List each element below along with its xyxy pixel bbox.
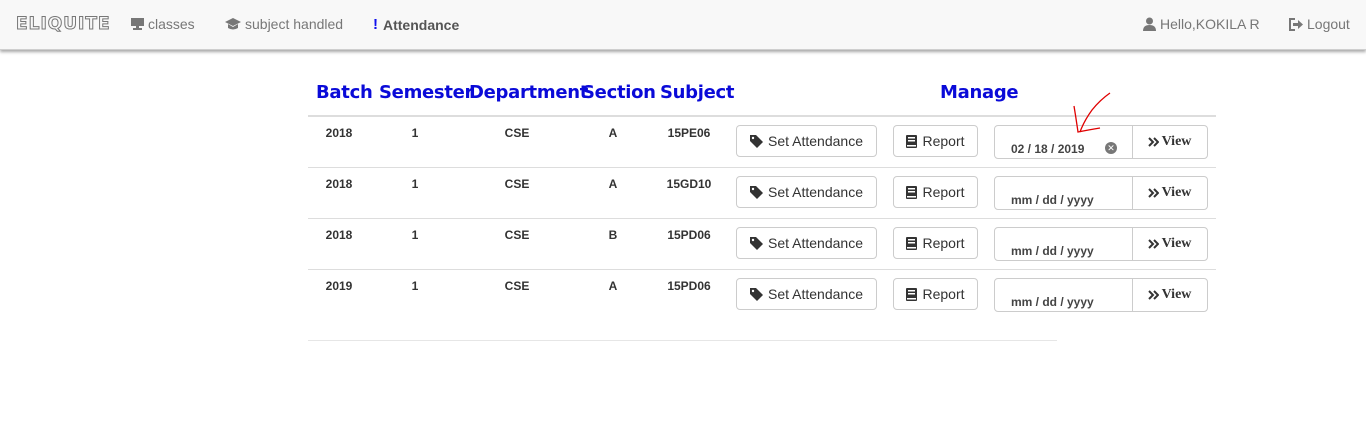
cell-semester: 1: [411, 228, 419, 242]
header-manage: Manage: [940, 82, 1019, 103]
date-picker-group: mm / dd / yyyy View: [994, 227, 1208, 261]
header-department: Department: [469, 82, 589, 103]
set-attendance-label: Set Attendance: [768, 184, 863, 200]
set-attendance-button[interactable]: Set Attendance: [736, 227, 877, 259]
tag-icon: [750, 185, 764, 199]
logout-icon: [1289, 17, 1303, 31]
report-label: Report: [922, 133, 965, 149]
row-divider: [308, 167, 1216, 168]
row-divider: [308, 269, 1216, 270]
cell-batch: 2018: [325, 228, 353, 242]
book-icon: [906, 236, 918, 250]
brand-logo[interactable]: ELIQUITE: [16, 14, 111, 35]
double-chevron-right-icon: [1147, 239, 1159, 249]
cell-subject: 15GD10: [666, 177, 712, 191]
date-input-value: mm / dd / yyyy: [1011, 244, 1094, 258]
set-attendance-label: Set Attendance: [768, 286, 863, 302]
set-attendance-label: Set Attendance: [768, 133, 863, 149]
date-input[interactable]: mm / dd / yyyy: [995, 177, 1133, 209]
header-subject: Subject: [660, 82, 735, 103]
cell-batch: 2019: [325, 279, 353, 293]
cell-section: A: [608, 126, 618, 140]
top-navbar: ELIQUITE classes subject handled ! Atten…: [0, 0, 1366, 50]
nav-subject-handled-label: subject handled: [245, 16, 344, 32]
cell-batch: 2018: [325, 177, 353, 191]
view-button[interactable]: View: [1132, 228, 1207, 260]
date-input[interactable]: mm / dd / yyyy: [995, 279, 1133, 311]
cell-batch: 2018: [325, 126, 353, 140]
date-input[interactable]: mm / dd / yyyy: [995, 228, 1133, 260]
set-attendance-label: Set Attendance: [768, 235, 863, 251]
report-button[interactable]: Report: [893, 278, 978, 310]
cell-department: CSE: [504, 177, 530, 191]
date-input-value: mm / dd / yyyy: [1011, 193, 1094, 207]
date-picker-group: mm / dd / yyyy View: [994, 278, 1208, 312]
report-label: Report: [922, 286, 965, 302]
logout-link[interactable]: Logout: [1289, 16, 1350, 32]
header-section: Section: [582, 82, 656, 103]
book-icon: [906, 185, 918, 199]
report-button[interactable]: Report: [893, 176, 978, 208]
report-button[interactable]: Report: [893, 125, 978, 157]
cell-section: A: [608, 279, 618, 293]
cell-semester: 1: [411, 177, 419, 191]
monitor-icon: [131, 18, 144, 30]
exclamation-icon: !: [373, 16, 378, 33]
annotation-arrow-icon: [1073, 92, 1111, 133]
nav-classes-label: classes: [148, 16, 195, 32]
view-label: View: [1161, 236, 1192, 251]
tag-icon: [750, 287, 764, 301]
tag-icon: [750, 134, 764, 148]
cell-subject: 15PD06: [667, 279, 711, 293]
user-greeting[interactable]: Hello,KOKILA R: [1143, 16, 1260, 32]
view-button[interactable]: View: [1132, 126, 1207, 158]
date-input-value: 02 / 18 / 2019: [1011, 142, 1085, 156]
view-button[interactable]: View: [1132, 279, 1207, 311]
date-picker-group: mm / dd / yyyy View: [994, 176, 1208, 210]
header-batch: Batch: [316, 82, 373, 103]
book-icon: [906, 134, 918, 148]
cell-department: CSE: [504, 126, 530, 140]
nav-attendance[interactable]: ! Attendance: [373, 16, 459, 33]
nav-attendance-label: Attendance: [383, 16, 460, 33]
report-label: Report: [922, 235, 965, 251]
cell-department: CSE: [504, 228, 530, 242]
nav-subject-handled[interactable]: subject handled: [225, 16, 343, 32]
view-label: View: [1161, 134, 1192, 149]
cell-department: CSE: [504, 279, 530, 293]
view-label: View: [1161, 287, 1192, 302]
header-semester: Semester: [379, 82, 474, 103]
user-icon: [1143, 17, 1156, 31]
set-attendance-button[interactable]: Set Attendance: [736, 125, 877, 157]
double-chevron-right-icon: [1147, 290, 1159, 300]
double-chevron-right-icon: [1147, 137, 1159, 147]
cell-section: B: [608, 228, 618, 242]
view-button[interactable]: View: [1132, 177, 1207, 209]
clear-date-icon[interactable]: ✕: [1105, 142, 1117, 154]
graduation-cap-icon: [225, 18, 241, 30]
row-divider: [308, 218, 1216, 219]
nav-classes[interactable]: classes: [131, 16, 195, 32]
double-chevron-right-icon: [1147, 188, 1159, 198]
user-greeting-label: Hello,KOKILA R: [1160, 16, 1260, 32]
report-button[interactable]: Report: [893, 227, 978, 259]
set-attendance-button[interactable]: Set Attendance: [736, 176, 877, 208]
view-label: View: [1161, 185, 1192, 200]
cell-semester: 1: [411, 279, 419, 293]
cell-subject: 15PE06: [667, 126, 711, 140]
report-label: Report: [922, 184, 965, 200]
logout-label: Logout: [1307, 16, 1350, 32]
tag-icon: [750, 236, 764, 250]
cell-semester: 1: [411, 126, 419, 140]
date-input-value: mm / dd / yyyy: [1011, 295, 1094, 309]
book-icon: [906, 287, 918, 301]
cell-section: A: [608, 177, 618, 191]
table-bottom-divider: [308, 340, 1057, 341]
cell-subject: 15PD06: [667, 228, 711, 242]
set-attendance-button[interactable]: Set Attendance: [736, 278, 877, 310]
